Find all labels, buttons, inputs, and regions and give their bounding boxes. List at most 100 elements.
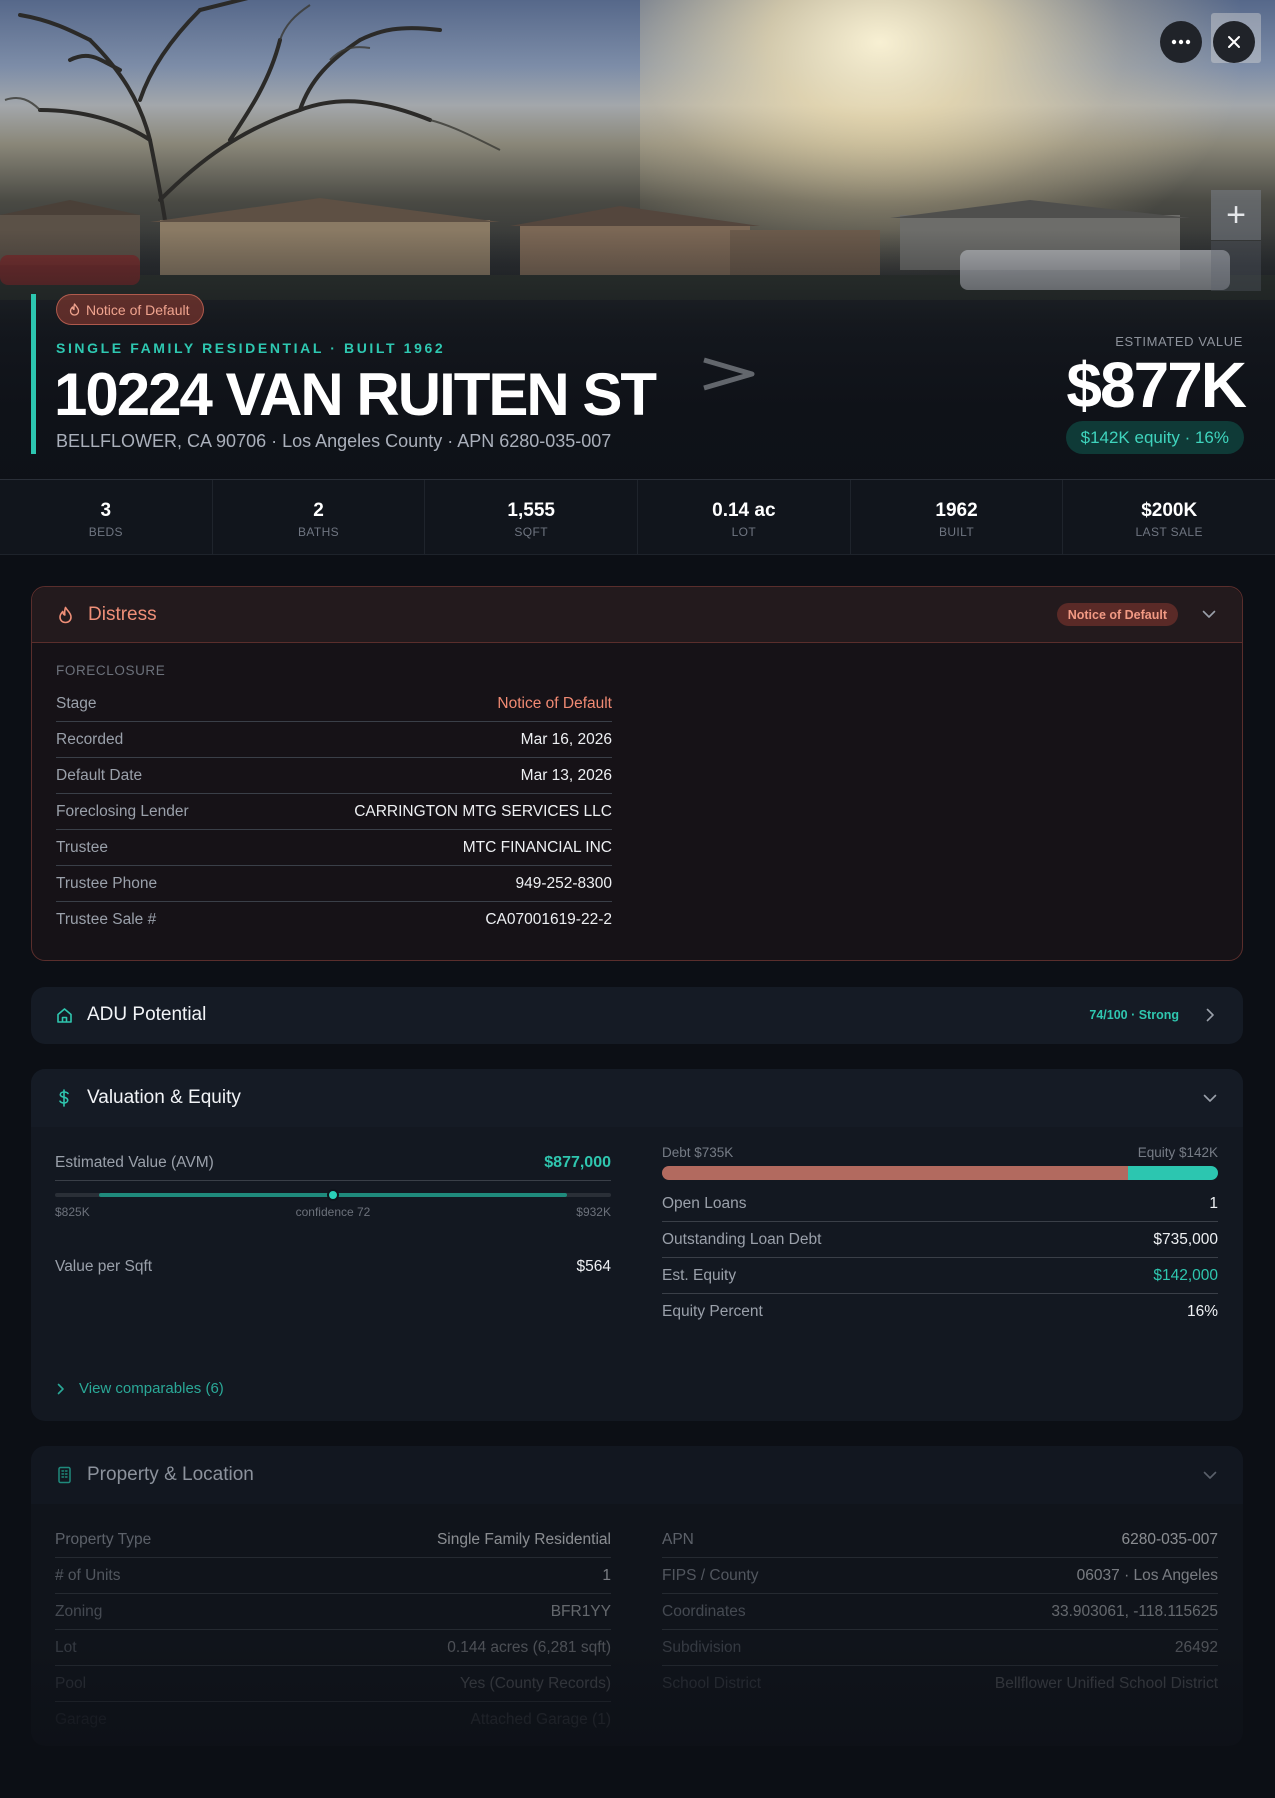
row-key: Equity Percent	[662, 1303, 763, 1320]
chevron-right-icon[interactable]	[1201, 1006, 1219, 1024]
chevron-down-icon[interactable]	[1201, 1089, 1219, 1107]
stat-label: BATHS	[297, 525, 340, 539]
avm-section: Estimated Value (AVM) $877,000 $825K con…	[55, 1145, 611, 1285]
row-key: Open Loans	[662, 1194, 747, 1212]
row-value: Mar 16, 2026	[520, 730, 612, 748]
row-key: School District	[662, 1675, 762, 1692]
row-key: Est. Equity	[662, 1266, 737, 1284]
row-key: FIPS / County	[662, 1566, 759, 1584]
list-item: Zoning BFR1YY	[55, 1594, 611, 1630]
row-value: $735,000	[1153, 1230, 1218, 1248]
row-value[interactable]: 949-252-8300	[515, 875, 612, 893]
adu-header[interactable]: ADU Potential 74/100 · Strong	[31, 987, 1243, 1043]
stat-value: 2	[313, 500, 324, 521]
dollar-icon	[55, 1089, 73, 1107]
chevron-right-icon	[57, 1383, 64, 1394]
row-value: MTC FINANCIAL INC	[462, 838, 612, 856]
home-icon	[55, 1006, 73, 1024]
list-item: School District Bellflower Unified School…	[662, 1666, 1218, 1702]
property-title-label: Property & Location	[87, 1464, 254, 1485]
row-key: Pool	[55, 1674, 87, 1692]
chevron-down-icon[interactable]	[1201, 1466, 1219, 1484]
title-accent-bar	[31, 294, 36, 454]
row-key: APN	[662, 1530, 694, 1548]
adu-score-badge: 74/100 · Strong	[1089, 1008, 1179, 1022]
distress-header-right: Notice of Default	[1056, 603, 1218, 626]
list-item: APN 6280-035-007	[662, 1522, 1218, 1558]
status-badge: Notice of Default	[1056, 603, 1178, 626]
row-key: Trustee	[56, 838, 108, 856]
estimated-value: $877K	[1066, 349, 1247, 421]
row-key: # of Units	[55, 1566, 121, 1584]
avm-row: Estimated Value (AVM) $877,000	[55, 1145, 611, 1181]
view-comparables-link[interactable]: View comparables (6)	[57, 1380, 224, 1397]
row-value: CA07001619-22-2	[485, 911, 612, 928]
stat-value: $200K	[1141, 500, 1198, 521]
section-label: FORECLOSURE	[56, 663, 166, 678]
row-key: Lot	[55, 1638, 77, 1656]
list-item: Open Loans 1	[662, 1186, 1218, 1222]
valuation-header-right	[1201, 1089, 1219, 1107]
range-point	[327, 1189, 339, 1201]
list-item: Default Date Mar 13, 2026	[56, 758, 612, 794]
avm-label: Estimated Value (AVM)	[55, 1153, 214, 1171]
row-value: $142,000	[1153, 1266, 1218, 1284]
list-item: # of Units 1	[55, 1558, 611, 1594]
row-value: Attached Garage (1)	[470, 1711, 611, 1728]
range-low: $825K	[55, 1205, 90, 1219]
row-key: Recorded	[56, 730, 124, 748]
row-key: Property Type	[55, 1530, 152, 1548]
building-icon	[55, 1466, 73, 1484]
debt-equity-labels: Debt $735K Equity $142K	[662, 1145, 1218, 1160]
stats-bar: 3 BEDS 2 BATHS 1,555 SQFT 0.14 ac LOT 19…	[0, 479, 1275, 555]
debt-equity-bar	[662, 1166, 1218, 1180]
distress-header[interactable]: Distress Notice of Default	[32, 587, 1242, 643]
property-subtitle: SINGLE FAMILY RESIDENTIAL · BUILT 1962	[56, 340, 446, 356]
stat-value: 3	[100, 500, 112, 521]
row-value: Mar 13, 2026	[520, 766, 612, 784]
distress-chip: Notice of Default	[56, 294, 204, 325]
stat-label: LAST SALE	[1135, 525, 1203, 539]
stat-label: SQFT	[514, 525, 548, 539]
list-item: Lot 0.144 acres (6,281 sqft)	[55, 1630, 611, 1666]
list-item: FIPS / County 06037 · Los Angeles	[662, 1558, 1218, 1594]
adu-card[interactable]: ADU Potential 74/100 · Strong	[31, 987, 1243, 1044]
row-key: Subdivision	[662, 1638, 742, 1656]
row-key: Outstanding Loan Debt	[662, 1230, 822, 1248]
close-button[interactable]	[1213, 21, 1255, 63]
row-key: Trustee Phone	[56, 874, 158, 892]
stat-label: BEDS	[88, 525, 123, 539]
row-value: 33.903061, -118.115625	[1051, 1602, 1218, 1620]
equity-segment	[1127, 1166, 1218, 1180]
zoom-in-button[interactable]: +	[1211, 190, 1261, 240]
list-item: Garage Attached Garage (1)	[55, 1702, 611, 1738]
row-value: 16%	[1186, 1303, 1218, 1320]
row-value: Single Family Residential	[436, 1530, 611, 1548]
valuation-header[interactable]: Valuation & Equity	[31, 1069, 1243, 1127]
value-per-sqft-row: Value per Sqft $564	[55, 1249, 611, 1285]
property-header-right	[1201, 1466, 1219, 1484]
stat-sqft: 1,555 SQFT	[425, 480, 639, 554]
list-item: Foreclosing Lender CARRINGTON MTG SERVICE…	[56, 794, 612, 830]
list-item: Outstanding Loan Debt $735,000	[662, 1222, 1218, 1258]
valuation-card: Valuation & Equity Estimated Value (AVM)…	[31, 1069, 1243, 1421]
row-value: $564	[576, 1258, 611, 1275]
property-location-card: Property & Location Property Type Single …	[31, 1446, 1243, 1746]
more-options-button[interactable]	[1160, 21, 1202, 63]
confidence-range-bar	[55, 1189, 611, 1201]
list-item: Trustee MTC FINANCIAL INC	[56, 830, 612, 866]
street-view-nav-arrow[interactable]	[700, 356, 760, 392]
row-value: Yes (County Records)	[459, 1674, 611, 1692]
property-header[interactable]: Property & Location	[31, 1446, 1243, 1504]
list-item: Stage Notice of Default	[56, 686, 612, 722]
zoom-out-button[interactable]	[1211, 241, 1261, 291]
stat-beds: 3 BEDS	[0, 480, 213, 554]
flame-icon	[56, 606, 74, 624]
estimated-value-label: ESTIMATED VALUE	[1115, 334, 1243, 349]
flame-icon	[69, 303, 80, 316]
range-high: $932K	[576, 1205, 611, 1219]
chevron-down-icon[interactable]	[1200, 606, 1218, 624]
stat-value: 0.14 ac	[712, 500, 776, 521]
row-key: Zoning	[55, 1602, 103, 1620]
property-address: BELLFLOWER, CA 90706 · Los Angeles Count…	[56, 431, 612, 451]
